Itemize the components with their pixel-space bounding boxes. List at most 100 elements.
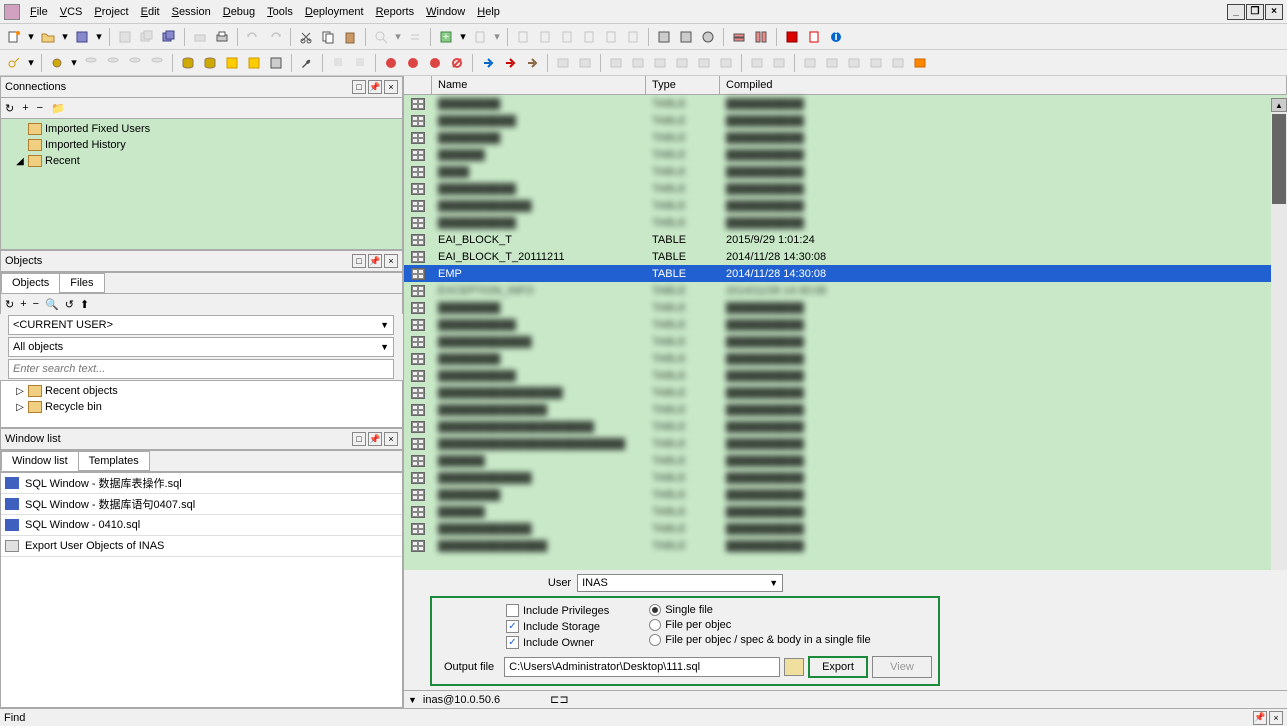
replace-icon[interactable] bbox=[405, 27, 425, 47]
doc1-icon[interactable] bbox=[513, 27, 533, 47]
expand-icon[interactable]: ▷ bbox=[15, 402, 25, 413]
win1-icon[interactable] bbox=[553, 53, 573, 73]
dbcheck-icon[interactable] bbox=[222, 53, 242, 73]
up-icon[interactable]: ⬆ bbox=[80, 298, 89, 311]
expand-icon[interactable]: ◢ bbox=[15, 156, 25, 167]
cut-icon[interactable] bbox=[296, 27, 316, 47]
table-row[interactable]: EAI_BLOCK_TTABLE2015/9/29 1:01:24 bbox=[404, 231, 1287, 248]
menu-reports[interactable]: Reports bbox=[370, 2, 421, 22]
find-icon[interactable] bbox=[371, 27, 391, 47]
table-row[interactable]: ████████TABLE██████████ bbox=[404, 486, 1287, 503]
plus-icon[interactable]: + bbox=[436, 27, 456, 47]
table-row[interactable]: ████████████TABLE██████████ bbox=[404, 333, 1287, 350]
grid2-icon[interactable] bbox=[751, 27, 771, 47]
tree-item[interactable]: ▷Recent objects bbox=[3, 383, 400, 399]
user-combo[interactable]: <CURRENT USER> ▼ bbox=[8, 315, 394, 335]
gear-icon[interactable] bbox=[47, 53, 67, 73]
include-storage-checkbox[interactable]: ✓ bbox=[506, 620, 519, 633]
table-row[interactable]: ██████████TABLE██████████ bbox=[404, 316, 1287, 333]
column-icon[interactable] bbox=[404, 76, 432, 94]
table-row[interactable]: ██████████TABLE██████████ bbox=[404, 367, 1287, 384]
find-pin-icon[interactable]: 📌 bbox=[1253, 711, 1267, 725]
include-privileges-checkbox[interactable] bbox=[506, 604, 519, 617]
win9-icon[interactable] bbox=[747, 53, 767, 73]
plus-icon[interactable]: + bbox=[22, 102, 28, 114]
open-dropdown-icon[interactable]: ▾ bbox=[60, 27, 70, 47]
db3-icon[interactable] bbox=[125, 53, 145, 73]
expand-icon[interactable]: ▷ bbox=[15, 386, 25, 397]
flag2-icon[interactable] bbox=[350, 53, 370, 73]
print-icon[interactable] bbox=[190, 27, 210, 47]
plus-icon[interactable]: + bbox=[20, 298, 26, 310]
menu-window[interactable]: Window bbox=[420, 2, 471, 22]
file-per-object-spec-radio[interactable] bbox=[649, 634, 661, 646]
doc3-icon[interactable] bbox=[557, 27, 577, 47]
red2-icon[interactable] bbox=[403, 53, 423, 73]
table-row[interactable]: EMPTABLE2014/11/28 14:30:08 bbox=[404, 265, 1287, 282]
file-per-object-radio[interactable] bbox=[649, 619, 661, 631]
restore-button[interactable]: ❐ bbox=[1246, 4, 1264, 20]
copy2-icon[interactable] bbox=[318, 27, 338, 47]
menu-file[interactable]: File bbox=[24, 2, 54, 22]
panel-close-icon[interactable]: × bbox=[384, 80, 398, 94]
tree-item[interactable]: ◢Recent bbox=[3, 153, 400, 169]
menu-project[interactable]: Project bbox=[88, 2, 134, 22]
win15-icon[interactable] bbox=[888, 53, 908, 73]
search-input[interactable] bbox=[8, 359, 394, 379]
refresh-icon[interactable]: ↻ bbox=[5, 298, 14, 311]
tree-item[interactable]: Imported History bbox=[3, 137, 400, 153]
chevron-down-icon[interactable]: ▼ bbox=[769, 578, 778, 588]
single-file-radio[interactable] bbox=[649, 604, 661, 616]
tool2-icon[interactable] bbox=[676, 27, 696, 47]
table-row[interactable]: ████████TABLE██████████ bbox=[404, 299, 1287, 316]
table-row[interactable]: ██████████TABLE██████████ bbox=[404, 214, 1287, 231]
table-row[interactable]: ██████████████TABLE██████████ bbox=[404, 537, 1287, 554]
table-row[interactable]: ████████████TABLE██████████ bbox=[404, 469, 1287, 486]
new-icon[interactable] bbox=[4, 27, 24, 47]
menu-deployment[interactable]: Deployment bbox=[299, 2, 370, 22]
save-disk-icon[interactable] bbox=[115, 27, 135, 47]
table-row[interactable]: ██████████TABLE██████████ bbox=[404, 180, 1287, 197]
dbexp-icon[interactable] bbox=[266, 53, 286, 73]
tool1-icon[interactable] bbox=[654, 27, 674, 47]
win14-icon[interactable] bbox=[866, 53, 886, 73]
gear-dropdown-icon[interactable]: ▾ bbox=[69, 53, 79, 73]
menu-edit[interactable]: Edit bbox=[135, 2, 166, 22]
win11-icon[interactable] bbox=[800, 53, 820, 73]
dbx-icon[interactable] bbox=[244, 53, 264, 73]
doc2-icon[interactable] bbox=[535, 27, 555, 47]
tree-item[interactable]: ▷Recycle bin bbox=[3, 399, 400, 415]
column-compiled[interactable]: Compiled bbox=[720, 76, 1287, 94]
chevron-down-icon[interactable]: ▼ bbox=[380, 342, 389, 352]
table-row[interactable]: ████████TABLE██████████ bbox=[404, 350, 1287, 367]
doc-dropdown-icon[interactable]: ▾ bbox=[492, 27, 502, 47]
tool3-icon[interactable] bbox=[698, 27, 718, 47]
window-list-item[interactable]: SQL Window - 0410.sql bbox=[1, 515, 402, 536]
column-type[interactable]: Type bbox=[646, 76, 720, 94]
arrow-right-red-icon[interactable] bbox=[500, 53, 520, 73]
win3-icon[interactable] bbox=[606, 53, 626, 73]
panel-pin-icon[interactable]: 📌 bbox=[368, 254, 382, 268]
dbstack2-icon[interactable] bbox=[200, 53, 220, 73]
table-row[interactable]: ████████TABLE██████████ bbox=[404, 129, 1287, 146]
refresh-icon[interactable]: ↻ bbox=[5, 102, 14, 115]
conn-folder-icon[interactable]: 📁 bbox=[51, 102, 65, 115]
open-icon[interactable] bbox=[38, 27, 58, 47]
refresh2-icon[interactable]: ↺ bbox=[65, 298, 74, 311]
info-icon[interactable]: i bbox=[826, 27, 846, 47]
column-name[interactable]: Name bbox=[432, 76, 646, 94]
filter-combo[interactable]: All objects ▼ bbox=[8, 337, 394, 357]
win12-icon[interactable] bbox=[822, 53, 842, 73]
scrollbar[interactable]: ▲ bbox=[1271, 98, 1287, 570]
find-close-icon[interactable]: × bbox=[1269, 711, 1283, 725]
output-path-input[interactable]: C:\Users\Administrator\Desktop\111.sql bbox=[504, 657, 780, 677]
table-row[interactable]: ████████████TABLE██████████ bbox=[404, 197, 1287, 214]
table-row[interactable]: ████████████████TABLE██████████ bbox=[404, 384, 1287, 401]
dbstack1-icon[interactable] bbox=[178, 53, 198, 73]
plus-dropdown-icon[interactable]: ▾ bbox=[458, 27, 468, 47]
doc6-icon[interactable] bbox=[623, 27, 643, 47]
win13-icon[interactable] bbox=[844, 53, 864, 73]
win7-icon[interactable] bbox=[694, 53, 714, 73]
windowlist-tab[interactable]: Window list bbox=[1, 451, 79, 471]
scroll-thumb[interactable] bbox=[1272, 114, 1286, 204]
